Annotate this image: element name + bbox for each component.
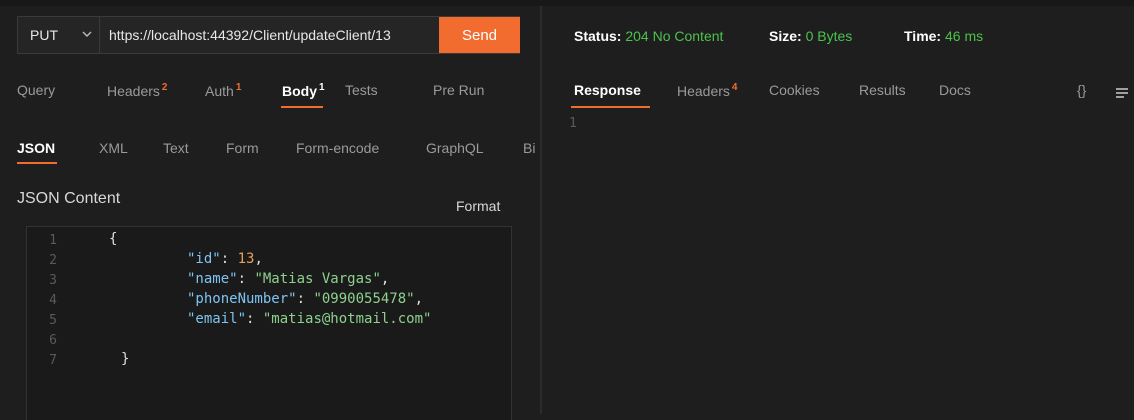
method-label: PUT <box>30 27 58 43</box>
json-comma: , <box>380 271 390 287</box>
body-tab-graphql-label: GraphQL <box>426 140 484 156</box>
url-input[interactable] <box>101 17 439 53</box>
tab-tests-label: Tests <box>345 82 378 98</box>
tab-auth-label: Auth <box>205 83 234 99</box>
json-key: "phoneNumber" <box>187 291 297 307</box>
body-tab-binary-label: Bi <box>523 140 536 156</box>
json-value: 13 <box>237 251 255 267</box>
tab-response-headers-label: Headers <box>677 83 730 99</box>
active-tab-underline <box>281 106 323 108</box>
tab-cookies[interactable]: Cookies <box>769 82 820 98</box>
code-close-brace: } <box>121 351 130 367</box>
json-key: "name" <box>187 271 238 287</box>
tab-response[interactable]: Response <box>574 82 641 98</box>
tab-response-headers[interactable]: Headers 4 <box>677 82 737 99</box>
tab-auth-badge: 1 <box>235 82 242 93</box>
body-tab-json-label: JSON <box>17 140 56 156</box>
tab-query[interactable]: Query <box>17 82 55 98</box>
tab-headers-badge: 2 <box>161 82 168 93</box>
json-value: "matias@hotmail.com" <box>262 311 432 327</box>
json-value: "0990055478" <box>313 291 415 307</box>
body-tab-form-encode-label: Form-encode <box>296 140 380 156</box>
line-number: 1 <box>49 233 57 248</box>
line-number: 5 <box>49 313 57 328</box>
line-number: 2 <box>49 253 57 268</box>
status-readout: Status: 204 No Content <box>574 28 723 44</box>
body-tab-form-encode[interactable]: Form-encode <box>296 140 379 156</box>
json-sep: : <box>246 311 263 327</box>
response-pane: Status: 204 No Content Size: 0 Bytes Tim… <box>542 6 1134 414</box>
size-value: 0 Bytes <box>805 28 853 44</box>
menu-icon[interactable] <box>1115 86 1129 100</box>
body-tab-json[interactable]: JSON <box>17 140 55 156</box>
json-sep: : <box>220 251 238 267</box>
tab-response-label: Response <box>574 82 641 98</box>
response-tab-underline <box>571 106 650 108</box>
status-value: 204 No Content <box>625 28 724 44</box>
json-key: "id" <box>187 251 221 267</box>
line-number: 6 <box>49 333 57 348</box>
line-number: 7 <box>49 353 57 368</box>
body-tab-xml[interactable]: XML <box>99 140 128 156</box>
tab-auth[interactable]: Auth 1 <box>205 82 241 99</box>
send-button[interactable]: Send <box>439 17 520 53</box>
time-readout: Time: 46 ms <box>904 28 983 44</box>
chevron-down-icon <box>82 31 92 37</box>
send-button-label: Send <box>461 26 498 44</box>
json-comma: , <box>254 251 263 267</box>
code-open-brace: { <box>109 231 118 247</box>
json-key: "email" <box>187 311 247 327</box>
url-bar: PUT Send <box>17 16 520 54</box>
request-pane: PUT Send Query Headers2 Auth1 Body1 Test… <box>0 6 540 420</box>
size-label: Size: <box>769 28 802 44</box>
tab-docs[interactable]: Docs <box>939 82 971 98</box>
json-sep: : <box>237 271 255 287</box>
tab-body[interactable]: Body 1 <box>282 82 325 99</box>
tab-cookies-label: Cookies <box>769 82 820 98</box>
code-line: "email": "matias@hotmail.com" <box>187 311 431 327</box>
method-select[interactable]: PUT <box>18 17 100 53</box>
body-tab-form[interactable]: Form <box>226 140 259 156</box>
braces-icon[interactable]: {} <box>1077 82 1086 98</box>
json-value: "Matias Vargas" <box>254 271 381 287</box>
tab-headers[interactable]: Headers 2 <box>107 82 167 99</box>
body-tab-underline <box>17 162 57 164</box>
size-readout: Size: 0 Bytes <box>769 28 852 44</box>
body-tab-xml-label: XML <box>99 140 128 156</box>
tab-pre-run[interactable]: Pre Run <box>433 82 484 98</box>
json-comma: , <box>414 291 424 307</box>
tab-tests[interactable]: Tests <box>345 82 378 98</box>
tab-body-badge: 1 <box>319 82 325 93</box>
tab-query-label: Query <box>17 82 56 98</box>
tab-body-label: Body <box>282 83 317 99</box>
status-label: Status: <box>574 28 622 44</box>
tab-results-label: Results <box>859 82 906 98</box>
time-value: 46 ms <box>944 28 984 44</box>
code-line: "phoneNumber": "0990055478", <box>187 291 423 307</box>
body-tab-text-label: Text <box>163 140 189 156</box>
response-line-number: 1 <box>569 116 577 131</box>
body-tab-text[interactable]: Text <box>163 140 189 156</box>
code-line: "name": "Matias Vargas", <box>187 271 389 287</box>
section-title: JSON Content <box>17 190 121 207</box>
line-number: 4 <box>49 293 57 308</box>
body-tab-graphql[interactable]: GraphQL <box>426 140 484 156</box>
tab-response-headers-badge: 4 <box>731 82 738 93</box>
code-line: "id": 13, <box>187 251 263 267</box>
tab-pre-run-label: Pre Run <box>433 82 485 98</box>
body-tab-form-label: Form <box>226 140 259 156</box>
json-editor[interactable]: 1 2 3 4 5 6 7 { "id": 13, "name": "Matia… <box>26 226 512 420</box>
line-number: 3 <box>49 273 57 288</box>
json-sep: : <box>296 291 314 307</box>
format-button[interactable]: Format <box>456 198 500 214</box>
tab-headers-label: Headers <box>107 83 160 99</box>
tab-results[interactable]: Results <box>859 82 906 98</box>
body-tab-binary[interactable]: Bi <box>523 140 538 156</box>
tab-docs-label: Docs <box>939 82 971 98</box>
time-label: Time: <box>904 28 942 44</box>
